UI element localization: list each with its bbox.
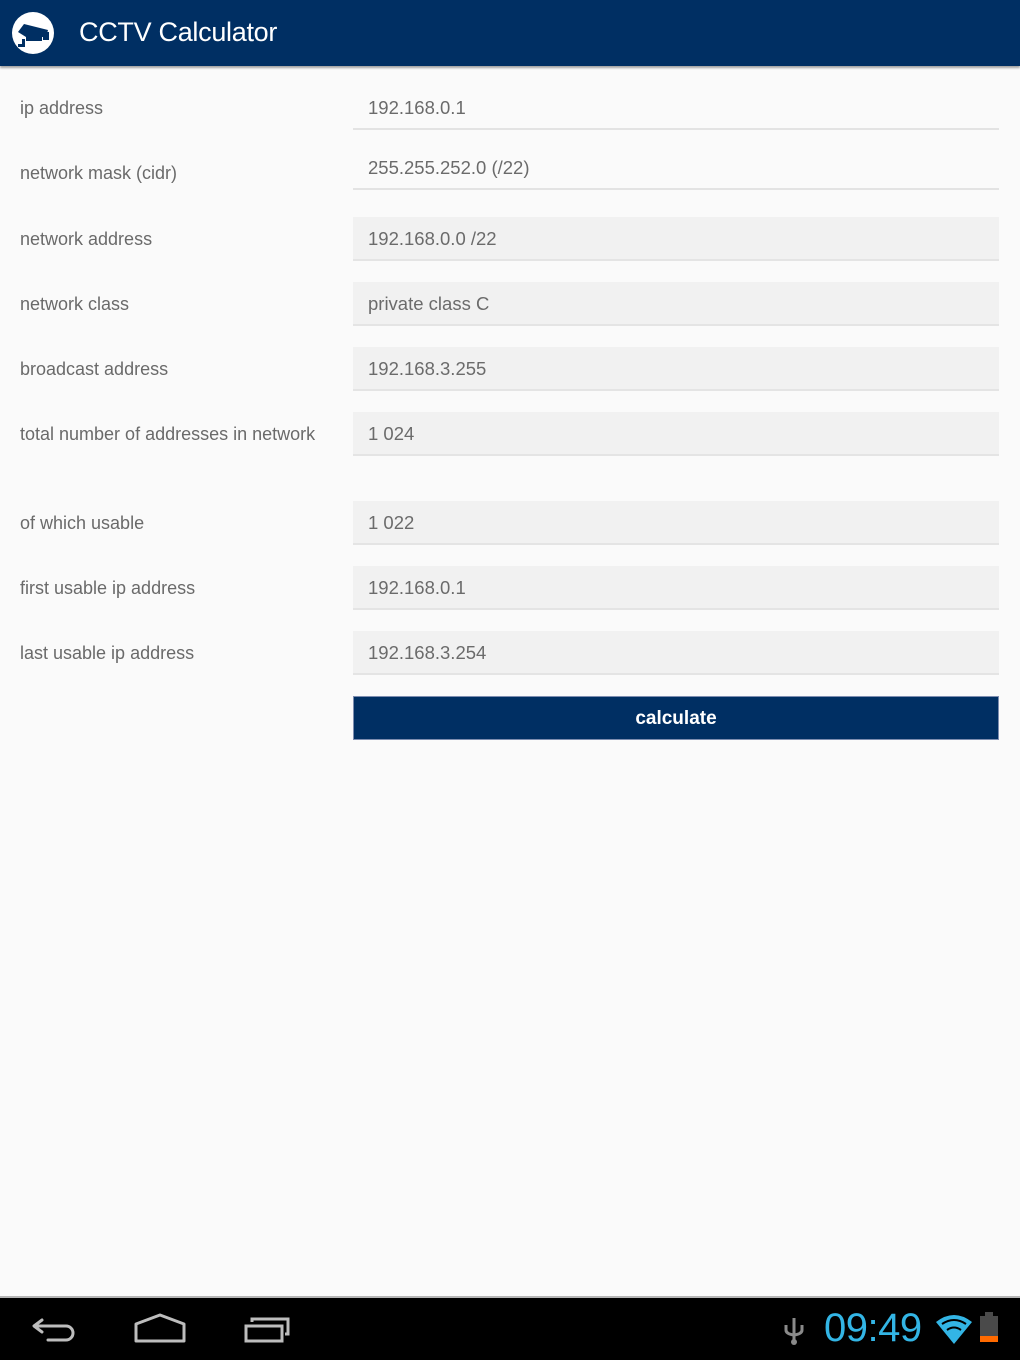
network-address-label: network address	[20, 229, 153, 249]
clock: 09:49	[824, 1306, 922, 1350]
total-addresses-label: total number of addresses in network	[20, 424, 316, 444]
last-usable-label: last usable ip address	[20, 643, 195, 663]
app-bar: CCTV Calculator	[0, 0, 1020, 66]
usb-icon	[784, 1318, 804, 1345]
first-usable-label: first usable ip address	[20, 578, 196, 598]
network-mask-label: network mask (cidr)	[20, 163, 178, 183]
first-usable-value: 192.168.0.1	[353, 566, 999, 610]
ip-address-label: ip address	[20, 98, 104, 118]
app-title: CCTV Calculator	[79, 17, 278, 47]
home-icon[interactable]	[132, 1312, 188, 1346]
cctv-camera-icon	[12, 12, 54, 54]
network-address-value: 192.168.0.0 /22	[353, 217, 999, 261]
broadcast-address-label: broadcast address	[20, 359, 169, 379]
network-class-value: private class C	[353, 282, 999, 326]
wifi-icon	[936, 1315, 972, 1344]
recent-apps-icon[interactable]	[242, 1312, 294, 1346]
broadcast-address-value: 192.168.3.255	[353, 347, 999, 391]
usable-addresses-value: 1 022	[353, 501, 999, 545]
battery-icon	[980, 1312, 998, 1342]
network-class-label: network class	[20, 294, 130, 314]
calculate-button[interactable]: calculate	[353, 696, 999, 740]
total-addresses-value: 1 024	[353, 412, 999, 456]
system-navigation-bar: 09:49	[0, 1296, 1020, 1360]
back-icon[interactable]	[30, 1312, 80, 1346]
usable-addresses-label: of which usable	[20, 513, 145, 533]
ip-address-input[interactable]: 192.168.0.1	[353, 86, 999, 130]
network-mask-input[interactable]: 255.255.252.0 (/22)	[353, 146, 999, 190]
last-usable-value: 192.168.3.254	[353, 631, 999, 675]
